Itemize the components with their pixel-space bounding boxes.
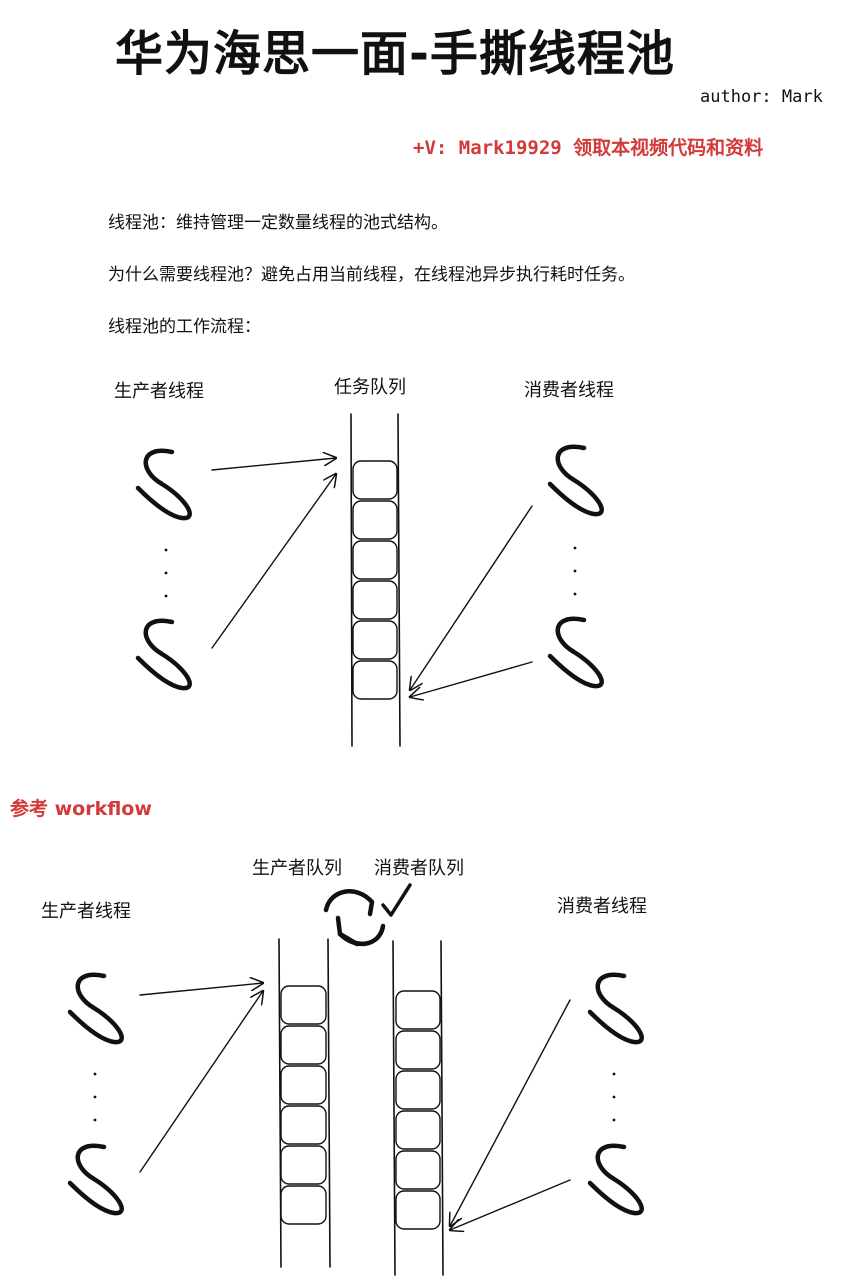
d2-producer-queue-rail-right bbox=[327, 938, 331, 1268]
d2-producer-queue-slot-6 bbox=[280, 1185, 327, 1225]
d2-consumer-ellipsis bbox=[612, 1072, 616, 1122]
d2-consumer-queue-rail-right bbox=[440, 940, 444, 1276]
d2-arrow-consumer-1 bbox=[450, 999, 571, 1226]
d2-consumer-thread-icon-2 bbox=[587, 1143, 644, 1216]
d2-producer-queue-slot-1 bbox=[280, 985, 327, 1025]
d2-arrow-producer-2 bbox=[139, 991, 263, 1173]
d2-producer-queue-slot-4 bbox=[280, 1105, 327, 1145]
d2-producer-thread-icon-2 bbox=[67, 1143, 124, 1216]
swap-icon bbox=[323, 889, 386, 947]
d2-consumer-queue-slot-4 bbox=[395, 1110, 441, 1150]
d2-consumer-queue-slots bbox=[395, 990, 441, 1230]
d2-producer-queue-slot-5 bbox=[280, 1145, 327, 1185]
d2-consumer-queue-slot-6 bbox=[395, 1190, 441, 1230]
d2-consumer-queue-rail-left bbox=[392, 940, 396, 1276]
d2-consumer-queue-slot-5 bbox=[395, 1150, 441, 1190]
d2-consumer-thread-icon-1 bbox=[587, 972, 644, 1045]
d2-consumer-queue-slot-3 bbox=[395, 1070, 441, 1110]
d2-consumer-queue-slot-1 bbox=[395, 990, 441, 1030]
d2-consumer-queue-slot-2 bbox=[395, 1030, 441, 1070]
d2-arrow-consumer-2 bbox=[450, 1179, 571, 1230]
d2-producer-queue-slots bbox=[280, 985, 327, 1225]
d2-producer-thread-icon-1 bbox=[67, 972, 124, 1045]
checkmark-icon bbox=[381, 883, 412, 917]
d2-producer-queue-slot-2 bbox=[280, 1025, 327, 1065]
d2-producer-ellipsis bbox=[93, 1072, 97, 1122]
d2-arrow-producer-1 bbox=[139, 983, 263, 996]
d2-producer-queue-slot-3 bbox=[280, 1065, 327, 1105]
diagram2-canvas bbox=[67, 883, 644, 1276]
